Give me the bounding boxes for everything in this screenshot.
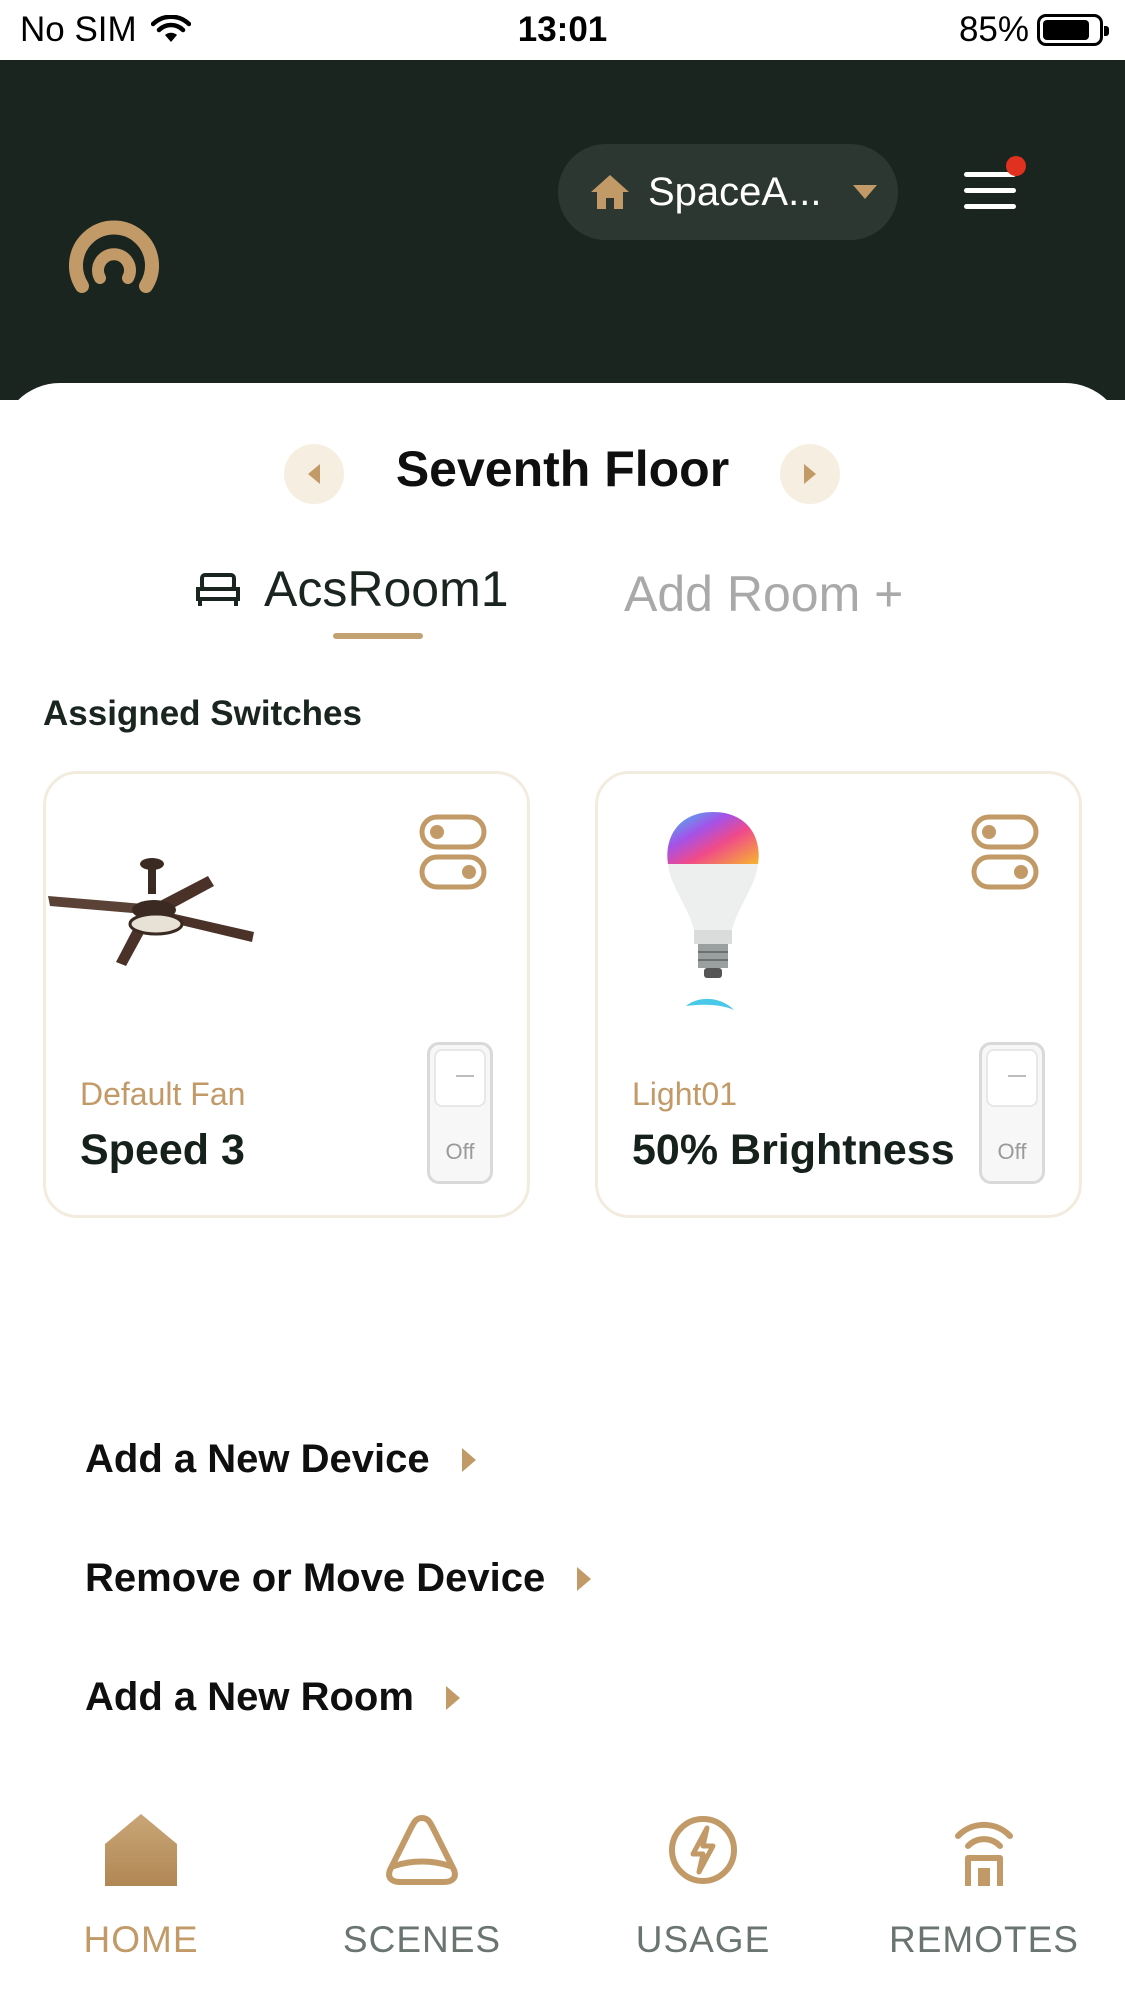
- nav-label: REMOTES: [889, 1919, 1079, 1960]
- nav-label: USAGE: [635, 1919, 771, 1960]
- battery-level: [1043, 20, 1089, 40]
- floor-title: Seventh Floor: [395, 441, 730, 497]
- remove-move-device-link[interactable]: Remove or Move Device: [85, 1556, 593, 1601]
- nav-remotes[interactable]: REMOTES: [864, 1810, 1104, 1961]
- chevron-right-icon: [445, 1685, 460, 1710]
- chevron-right-icon: [461, 1447, 476, 1472]
- home-icon: [105, 1814, 177, 1886]
- chevron-down-icon: [853, 185, 878, 199]
- bottom-nav: HOME SCENES USAGE REMOTES: [0, 1790, 1125, 2001]
- switch-card-fan[interactable]: Default Fan Speed 3 Off: [43, 771, 530, 1218]
- room-tab-active[interactable]: AcsRoom1: [196, 560, 509, 618]
- nav-home[interactable]: HOME: [21, 1810, 261, 1961]
- ceiling-fan-image: [48, 858, 254, 966]
- add-device-link[interactable]: Add a New Device: [85, 1437, 478, 1482]
- switch-card-light[interactable]: Light01 50% Brightness Off: [595, 771, 1082, 1218]
- battery-percent: 85%: [958, 10, 1029, 49]
- space-name: SpaceA...: [648, 169, 822, 214]
- next-floor-button[interactable]: [780, 444, 840, 504]
- nav-label: HOME: [83, 1919, 199, 1960]
- room-tab-label: AcsRoom1: [264, 561, 509, 617]
- switch-knob: [434, 1049, 486, 1107]
- space-selector[interactable]: SpaceA...: [558, 144, 898, 240]
- section-title: Assigned Switches: [43, 694, 362, 733]
- scenes-icon: [386, 1815, 458, 1885]
- usage-icon: [669, 1816, 737, 1884]
- power-switch[interactable]: Off: [979, 1042, 1045, 1184]
- nav-usage[interactable]: USAGE: [583, 1810, 823, 1961]
- status-bar: No SIM 13:01 85%: [0, 0, 1125, 60]
- add-room-link[interactable]: Add a New Room: [85, 1675, 462, 1720]
- home-icon: [591, 175, 629, 209]
- device-value: 50% Brightness: [632, 1126, 955, 1174]
- power-switch[interactable]: Off: [427, 1042, 493, 1184]
- device-value: Speed 3: [80, 1126, 245, 1174]
- floor-switcher: Seventh Floor: [0, 420, 1125, 530]
- switch-state-label: Off: [445, 1139, 475, 1164]
- toggle-mode-icon[interactable]: [971, 814, 1039, 890]
- battery-group: 85%: [958, 10, 1109, 50]
- clock: 13:01: [517, 10, 608, 49]
- add-room-tab[interactable]: Add Room +: [624, 565, 903, 623]
- remote-icon: [955, 1821, 1013, 1886]
- battery-icon: [1037, 14, 1109, 46]
- chevron-right-icon: [804, 464, 816, 484]
- action-label: Remove or Move Device: [85, 1556, 546, 1600]
- app-logo-icon: [69, 220, 159, 293]
- bed-icon: [196, 573, 240, 606]
- active-tab-indicator: [333, 633, 423, 639]
- app-header: [0, 60, 1125, 400]
- nav-label: SCENES: [342, 1919, 502, 1960]
- notification-dot: [1006, 156, 1026, 176]
- device-name: Light01: [632, 1076, 737, 1112]
- device-name: Default Fan: [80, 1076, 246, 1112]
- action-label: Add a New Device: [85, 1437, 430, 1481]
- toggle-mode-icon[interactable]: [419, 814, 487, 890]
- switch-state-label: Off: [997, 1139, 1027, 1164]
- switch-knob: [986, 1049, 1038, 1107]
- action-label: Add a New Room: [85, 1675, 414, 1719]
- chevron-right-icon: [577, 1566, 592, 1591]
- nav-scenes[interactable]: SCENES: [302, 1810, 542, 1961]
- smart-bulb-image: [667, 812, 759, 1010]
